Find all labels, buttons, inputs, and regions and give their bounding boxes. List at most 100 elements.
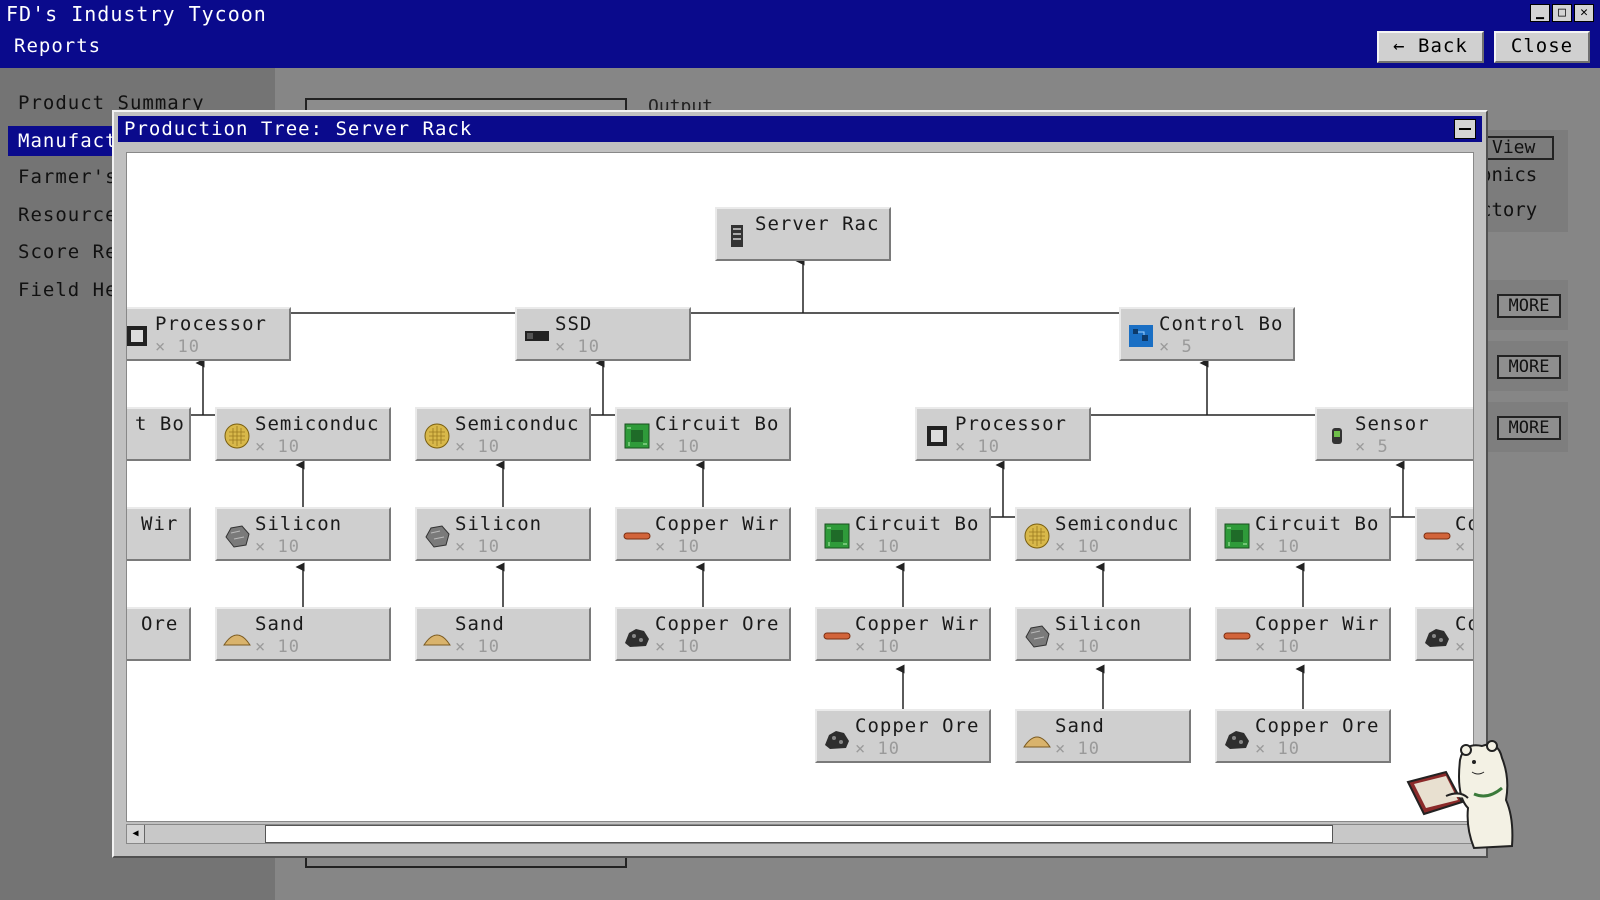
node-quantity: × 10 (455, 637, 500, 657)
node-quantity: × 10 (1255, 637, 1300, 657)
tree-node-circuit-board[interactable]: Circuit Bo × 10 (815, 507, 991, 561)
node-name: Sand (455, 613, 505, 635)
tree-node-copper-wire-partial[interactable]: Wir (127, 507, 191, 561)
node-quantity: × 5 (1355, 437, 1389, 457)
minimize-icon[interactable]: ▁ (1530, 4, 1550, 22)
node-name: Circuit Bo (655, 413, 780, 435)
node-quantity: × 10 (655, 437, 700, 457)
back-button[interactable]: ← Back (1377, 31, 1484, 63)
production-tree-canvas[interactable]: Server Rac Processor × 10 SSD × 10 Contr… (126, 152, 1474, 822)
close-button[interactable]: Close (1494, 31, 1590, 63)
tree-node-copper-wire-partial[interactable]: Co × (1415, 507, 1473, 561)
tree-node-processor[interactable]: Processor × 10 (915, 407, 1091, 461)
tree-node-control-board[interactable]: Control Bo × 5 (1119, 307, 1295, 361)
horizontal-scrollbar[interactable]: ◀ (126, 824, 1474, 844)
tree-node-circuit-board[interactable]: Circuit Bo × 10 (615, 407, 791, 461)
tree-node-sand[interactable]: Sand × 10 (415, 607, 591, 661)
node-name: Sensor (1355, 413, 1430, 435)
tree-node-semiconductor[interactable]: Semiconduc × 10 (215, 407, 391, 461)
node-quantity: × 10 (655, 537, 700, 557)
sand-icon (223, 634, 251, 646)
view-button[interactable]: View (1478, 136, 1554, 160)
sidebar-item-score-report[interactable]: Score Re (18, 241, 118, 263)
tree-node-copper-ore[interactable]: Copper Ore × 10 (815, 709, 991, 763)
tree-node-copper-ore[interactable]: Copper Ore × 10 (615, 607, 791, 661)
more-button[interactable]: MORE (1497, 355, 1561, 379)
app-title: FD's Industry Tycoon (6, 2, 267, 26)
tree-node-sand[interactable]: Sand × 10 (1015, 709, 1191, 763)
sensor-icon (1332, 428, 1342, 444)
maximize-icon[interactable]: □ (1552, 4, 1572, 22)
node-name: Semiconduc (1055, 513, 1180, 535)
more-button[interactable]: MORE (1497, 416, 1561, 440)
tree-node-processor[interactable]: Processor × 10 (127, 307, 291, 361)
copper-ore-icon (1425, 629, 1449, 647)
tree-node-sensor[interactable]: Sensor × 5 (1315, 407, 1473, 461)
minimize-icon[interactable] (1454, 119, 1476, 139)
processor-icon (927, 426, 947, 446)
node-quantity: × 10 (255, 437, 300, 457)
node-quantity: × 10 (155, 337, 200, 357)
node-name: Processor (955, 413, 1067, 435)
tree-node-semiconductor[interactable]: Semiconduc × 10 (1015, 507, 1191, 561)
copper-ore-icon (1225, 731, 1249, 749)
node-name: Copper Ore (855, 715, 980, 737)
polar-bear-mascot-icon (1406, 740, 1514, 850)
node-quantity: × (1455, 637, 1467, 657)
node-quantity: × 10 (455, 437, 500, 457)
tree-node-server-rack[interactable]: Server Rac (715, 207, 891, 261)
node-quantity: × 10 (1255, 537, 1300, 557)
node-name: Copper Wir (1255, 613, 1380, 635)
tree-node-silicon[interactable]: Silicon × 10 (215, 507, 391, 561)
tree-node-circuit-board[interactable]: Circuit Bo × 10 (1215, 507, 1391, 561)
semiconductor-icon (424, 423, 450, 449)
node-name: Co (1455, 513, 1473, 535)
server-icon (731, 225, 743, 247)
category-text: onics (1480, 164, 1538, 186)
node-name: Sand (1055, 715, 1105, 737)
sidebar-item-farmers[interactable]: Farmer's (18, 166, 118, 188)
tree-node-copper-ore-partial[interactable]: Co × (1415, 607, 1473, 661)
tree-node-silicon[interactable]: Silicon × 10 (1015, 607, 1191, 661)
tree-node-copper-wire[interactable]: Copper Wir × 10 (1215, 607, 1391, 661)
node-name: Copper Wir (855, 613, 980, 635)
node-quantity: × 10 (1255, 739, 1300, 759)
node-name: Semiconduc (455, 413, 580, 435)
node-name: Silicon (455, 513, 543, 535)
node-quantity: × 5 (1159, 337, 1193, 357)
node-name: Wir (141, 513, 179, 535)
node-name: Server Rac (755, 213, 880, 235)
node-name: Control Bo (1159, 313, 1284, 335)
tree-node-sand[interactable]: Sand × 10 (215, 607, 391, 661)
tree-node-silicon[interactable]: Silicon × 10 (415, 507, 591, 561)
tree-node-copper-ore[interactable]: Copper Ore × 10 (1215, 709, 1391, 763)
tree-node-copper-wire[interactable]: Copper Wir × 10 (815, 607, 991, 661)
node-quantity: × 10 (555, 337, 600, 357)
node-quantity: × 10 (455, 537, 500, 557)
more-button[interactable]: MORE (1497, 294, 1561, 318)
tree-node-copper-wire[interactable]: Copper Wir × 10 (615, 507, 791, 561)
window-controls: ▁ □ ✕ (1530, 4, 1594, 22)
tree-node-copper-ore-partial[interactable]: Ore (127, 607, 191, 661)
processor-icon (127, 326, 147, 346)
node-quantity: × 10 (855, 637, 900, 657)
close-icon[interactable]: ✕ (1574, 4, 1594, 22)
node-quantity: × 10 (1055, 637, 1100, 657)
node-name: Copper Ore (655, 613, 780, 635)
production-tree-title-bar[interactable]: Production Tree: Server Rack (118, 116, 1482, 142)
silicon-icon (1025, 625, 1050, 648)
sidebar-item-resources[interactable]: Resource (18, 204, 118, 226)
node-quantity: × 10 (255, 637, 300, 657)
tree-node-semiconductor[interactable]: Semiconduc × 10 (415, 407, 591, 461)
tree-node-ssd[interactable]: SSD × 10 (515, 307, 691, 361)
sidebar-item-field-help[interactable]: Field He (18, 279, 118, 301)
semiconductor-icon (1024, 523, 1050, 549)
copper-wire-icon (623, 532, 651, 540)
scroll-thumb[interactable] (265, 825, 1333, 843)
scroll-left-icon[interactable]: ◀ (127, 825, 145, 843)
copper-ore-icon (625, 629, 649, 647)
node-name: Circuit Bo (855, 513, 980, 535)
node-name: Copper Ore (1255, 715, 1380, 737)
tree-node-circuit-board-partial[interactable]: t Bo (127, 407, 191, 461)
circuit-board-icon (1224, 523, 1250, 549)
